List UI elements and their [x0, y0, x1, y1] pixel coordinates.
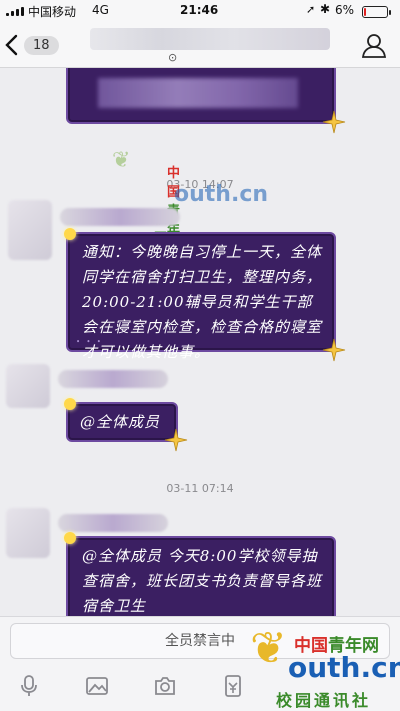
signal-icon [6, 7, 24, 16]
sparkle-icon [322, 110, 346, 134]
image-button[interactable] [82, 671, 112, 701]
avatar[interactable] [8, 200, 52, 260]
chat-area[interactable]: 03-10 14:07 ❦ 中国青年网 outh.cn 校园通讯社 通知：今晚晚… [0, 68, 400, 616]
red-packet-button[interactable] [218, 671, 248, 701]
carrier-label: 中国移动 [28, 5, 77, 19]
toolbar [0, 669, 400, 709]
input-bar: 全员禁言中 ❦ 中国青年网 outh.cn 校园通讯社 [0, 616, 400, 711]
redacted-text [98, 78, 298, 108]
message-bubble[interactable]: @全体成员 今天8:00学校领导抽查宿舍，班长团支书负责督导各班宿舍卫生 [64, 532, 336, 616]
message-bubble[interactable]: @全体成员 [64, 398, 188, 452]
back-button[interactable]: 18 [4, 30, 64, 60]
moon-decoration-icon [64, 398, 76, 410]
dots-decoration: • • • [76, 338, 103, 346]
moon-decoration-icon [64, 228, 76, 240]
sender-name-redacted [58, 370, 168, 388]
network-type: 4G [92, 3, 109, 17]
chevron-down-icon[interactable]: ⊙ [168, 51, 177, 64]
image-icon [86, 677, 108, 695]
message-text: 通知：今晚晚自习停上一天，全体同学在宿舍打扫卫生，整理内务，20:00-21:0… [82, 243, 323, 361]
avatar[interactable] [6, 364, 50, 408]
nav-bar: 18 ⊙ [0, 22, 400, 68]
message-bubble-redacted[interactable] [66, 68, 346, 134]
status-bar: 中国移动 4G 21:46 ➚ ✱ 6% [0, 0, 400, 22]
timestamp: 03-11 07:14 [166, 482, 234, 495]
camera-button[interactable] [150, 671, 180, 701]
message-bubble[interactable]: 通知：今晚晚自习停上一天，全体同学在宿舍打扫卫生，整理内务，20:00-21:0… [64, 228, 346, 362]
avatar[interactable] [6, 508, 50, 558]
group-title-redacted[interactable] [90, 28, 330, 50]
message-text: @全体成员 今天8:00学校领导抽查宿舍，班长团支书负责督导各班宿舍卫生 [82, 547, 323, 615]
microphone-icon [21, 675, 37, 696]
battery-percent: 6% [335, 3, 355, 17]
group-members-icon[interactable] [360, 31, 388, 59]
clock: 21:46 [180, 3, 219, 17]
sender-name-redacted [58, 514, 168, 532]
message-text: @全体成员 [80, 413, 161, 431]
chevron-left-icon [5, 34, 18, 56]
bluetooth-icon: ✱ [320, 2, 331, 16]
sparkle-icon [164, 428, 188, 452]
unread-count-badge: 18 [24, 35, 59, 55]
sparkle-icon [322, 338, 346, 362]
muted-input-field[interactable]: 全员禁言中 [10, 623, 390, 659]
watermark-logo: ❦ 中国青年网 outh.cn 校园通讯社 [112, 148, 269, 303]
location-icon: ➚ [306, 3, 316, 16]
red-packet-icon [225, 675, 241, 697]
voice-button[interactable] [14, 671, 44, 701]
sender-name-redacted [60, 208, 180, 226]
camera-icon [155, 677, 175, 695]
moon-decoration-icon [64, 532, 76, 544]
timestamp: 03-10 14:07 [166, 178, 234, 191]
battery-icon [362, 6, 391, 18]
